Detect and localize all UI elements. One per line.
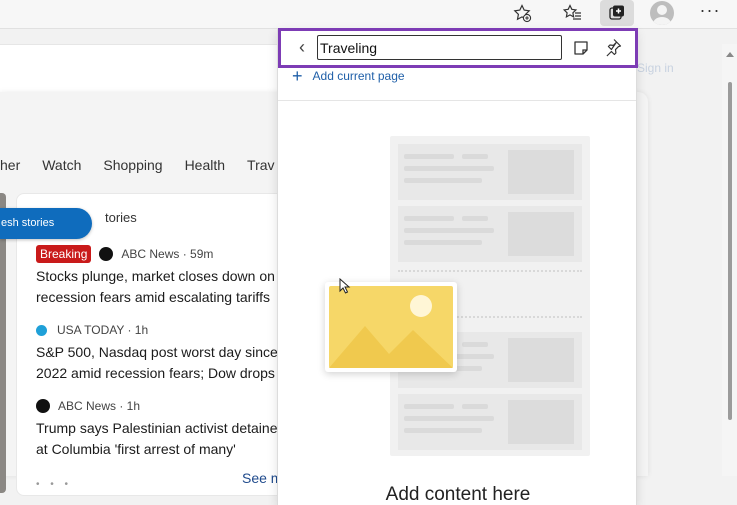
headline-line: 2022 amid recession fears; Dow drops [36,365,275,381]
collections-icon [609,5,624,20]
collections-button[interactable] [600,0,634,26]
news-headline[interactable]: Stocks plunge, market closes down on rec… [36,266,296,308]
collection-name-input[interactable] [317,35,562,60]
news-source: Breaking ABC News · 59m [36,245,296,263]
illustration-row [398,394,582,450]
illustration-dashed-line [398,270,582,272]
nav-item-travel[interactable]: Trav [247,157,274,177]
news-headline[interactable]: S&P 500, Nasdaq post worst day since 202… [36,342,296,384]
add-current-page-label: Add current page [312,69,405,83]
news-source: USA TODAY · 1h [36,321,296,339]
headline-line: recession fears amid escalating tariffs [36,289,270,305]
favorites-button[interactable] [556,0,590,26]
nav-item-shopping[interactable]: Shopping [103,157,162,177]
favorites-icon [563,4,581,20]
abc-news-logo-icon [99,247,114,261]
more-icon[interactable]: ··· [696,0,724,26]
nav-item-health[interactable]: Health [185,157,225,177]
illustration-row [398,144,582,200]
fresh-stories-button[interactable]: esh stories [0,208,92,239]
collections-pane: ‹ + Add current page [277,28,638,505]
news-item[interactable]: USA TODAY · 1h S&P 500, Nasdaq post wors… [36,321,296,384]
page-scrollbar[interactable] [722,44,737,476]
image-placeholder-icon [325,282,457,372]
collection-header: ‹ [278,28,638,68]
source-label: USA TODAY · 1h [57,323,149,337]
add-note-icon[interactable] [571,38,591,58]
usa-today-logo-icon [36,324,47,336]
abc-news-logo-icon [36,399,50,413]
sign-in-link[interactable]: Sign in [637,61,674,75]
mouse-pointer-icon [339,278,351,294]
headline-line: S&P 500, Nasdaq post worst day since [36,344,278,360]
back-button[interactable]: ‹ [293,38,311,57]
pane-divider [278,100,636,101]
profile-icon[interactable] [650,1,674,25]
source-label: ABC News · 59m [121,247,214,261]
news-headline[interactable]: Trump says Palestinian activist detaine … [36,418,296,460]
browser-toolbar: ··· [0,0,737,28]
add-favorite-button[interactable] [505,0,539,26]
breaking-badge: Breaking [36,245,92,263]
pager-dots[interactable]: • • • [36,479,72,490]
headline-line: at Columbia 'first arrest of many' [36,441,236,457]
nav-item-weather[interactable]: her [0,157,20,177]
headline-line: Trump says Palestinian activist detaine [36,420,278,436]
plus-icon: + [292,66,303,86]
card-title: tories [105,210,137,225]
favorites-add-icon [513,4,532,23]
scrollbar-thumb[interactable] [728,82,732,420]
news-item[interactable]: ABC News · 1h Trump says Palestinian act… [36,397,296,460]
add-current-page-button[interactable]: + Add current page [292,66,405,86]
illustration-row [398,206,582,262]
empty-state-title: Add content here [385,484,531,505]
scroll-up-arrow-icon[interactable] [726,52,734,57]
headline-line: Stocks plunge, market closes down on [36,268,275,284]
nav-item-watch[interactable]: Watch [42,157,81,177]
news-source: ABC News · 1h [36,397,296,415]
pin-icon[interactable] [603,37,623,57]
feed-nav: her Watch Shopping Health Trav [0,157,297,177]
source-label: ABC News · 1h [58,399,141,413]
news-item[interactable]: Breaking ABC News · 59m Stocks plunge, m… [36,245,296,308]
